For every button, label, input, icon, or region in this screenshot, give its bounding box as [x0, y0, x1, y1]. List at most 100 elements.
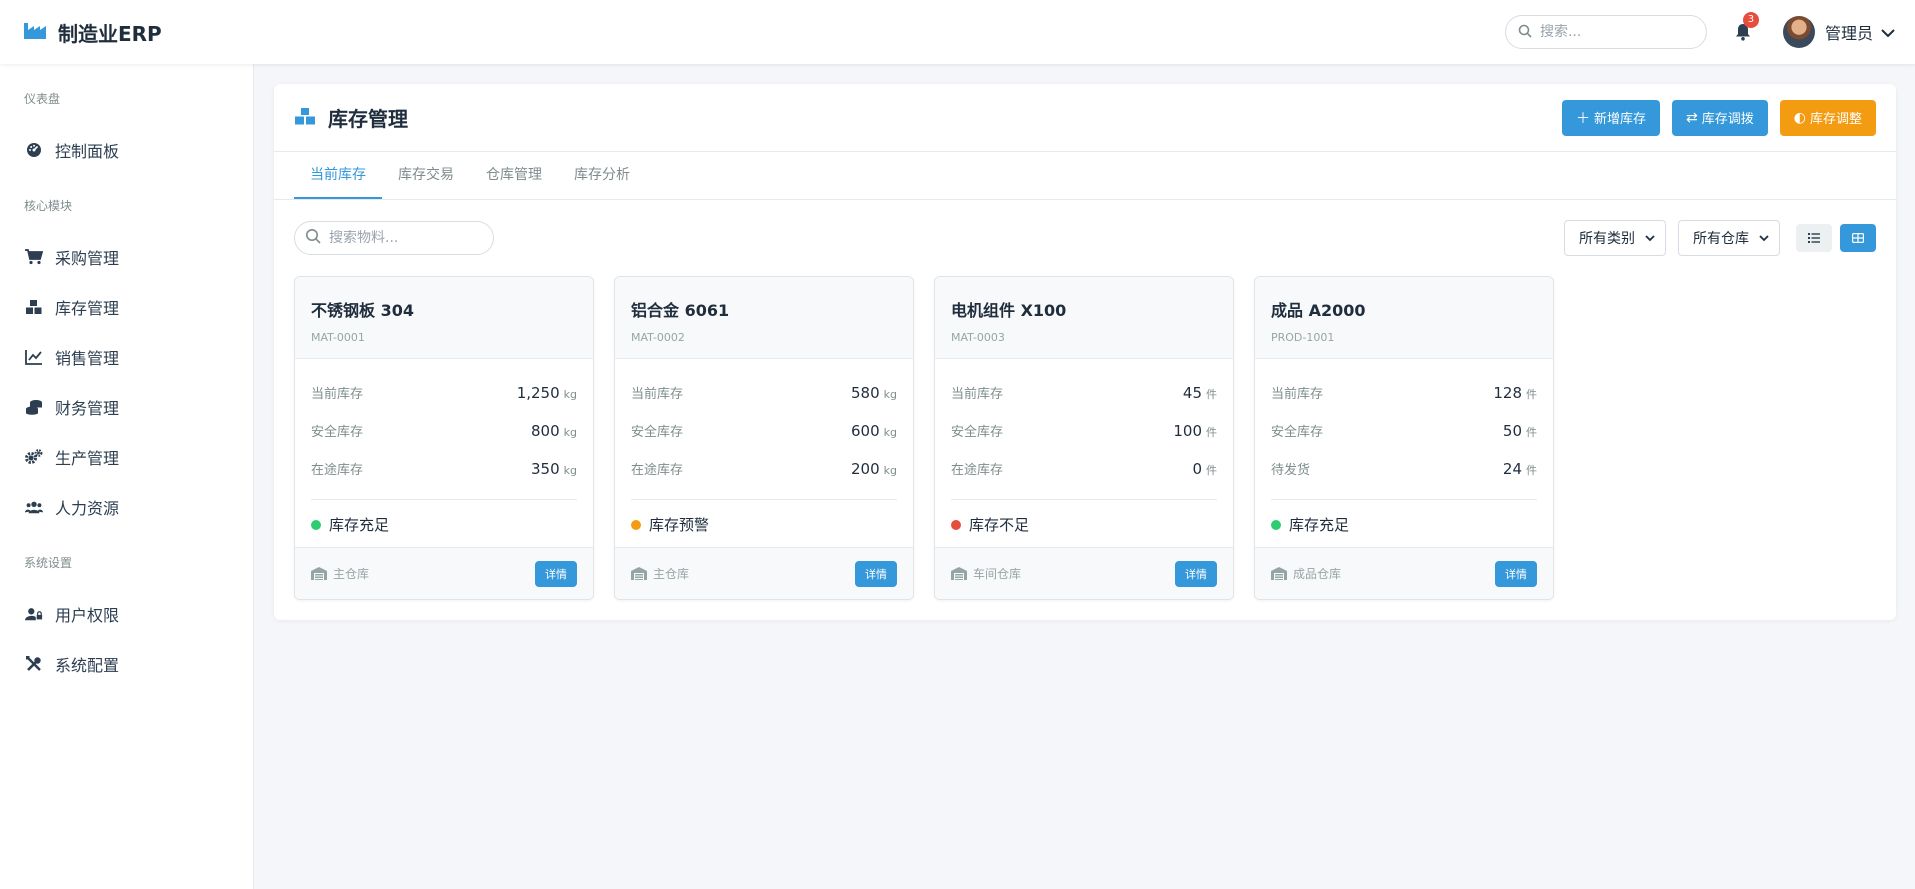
- stock-status: 库存充足: [311, 514, 577, 535]
- status-dot: [311, 519, 321, 530]
- stock-value: 45: [1182, 383, 1202, 402]
- sidebar: 仪表盘 控制面板 核心模块 采购管理 库存管理 销售管理 财务管理 生产管理 人…: [0, 64, 254, 889]
- user-lock-icon: [25, 605, 43, 623]
- sidebar-item-sales[interactable]: 销售管理: [0, 332, 253, 382]
- status-text: 库存充足: [1289, 516, 1350, 534]
- stock-unit: 件: [1526, 425, 1537, 439]
- warehouse-name: 成品仓库: [1293, 567, 1342, 581]
- stock-value: 100: [1173, 421, 1202, 440]
- grid-icon: [1852, 233, 1864, 243]
- user-name: 管理员: [1824, 24, 1873, 43]
- stock-unit: kg: [883, 425, 897, 439]
- stock-row: 安全库存 50 件: [1271, 411, 1537, 449]
- stock-row: 当前库存 580 kg: [631, 373, 897, 411]
- stock-unit: 件: [1526, 387, 1537, 401]
- tab-stock-transactions[interactable]: 库存交易: [382, 152, 470, 199]
- coins-icon: [25, 398, 43, 416]
- stock-row: 安全库存 800 kg: [311, 411, 577, 449]
- stock-row: 在途库存 0 件: [951, 449, 1217, 487]
- inventory-card: 电机组件 X100 MAT-0003 当前库存 45 件 安全库存 100 件 在途库存…: [934, 276, 1234, 600]
- material-search-input[interactable]: [329, 230, 479, 246]
- inventory-card: 铝合金 6061 MAT-0002 当前库存 580 kg 安全库存 600 kg 在途…: [614, 276, 914, 600]
- adjust-inventory-label: 库存调整: [1809, 112, 1862, 127]
- chart-line-icon: [25, 348, 43, 366]
- stock-row: 安全库存 100 件: [951, 411, 1217, 449]
- notification-badge: 3: [1742, 12, 1759, 28]
- sidebar-item-production[interactable]: 生产管理: [0, 432, 253, 482]
- sidebar-item-label: 系统配置: [55, 656, 120, 675]
- status-text: 库存不足: [969, 516, 1030, 534]
- stock-label: 在途库存: [951, 462, 1004, 478]
- list-view-button[interactable]: [1796, 224, 1832, 252]
- sidebar-item-inventory[interactable]: 库存管理: [0, 282, 253, 332]
- warehouse-label: 成品仓库: [1271, 565, 1341, 582]
- stock-label: 安全库存: [631, 424, 684, 440]
- sidebar-item-label: 人力资源: [55, 499, 120, 518]
- stock-row: 安全库存 600 kg: [631, 411, 897, 449]
- sidebar-item-finance[interactable]: 财务管理: [0, 382, 253, 432]
- factory-icon: [24, 21, 46, 43]
- tab-stock-analysis[interactable]: 库存分析: [558, 152, 646, 199]
- status-text: 库存充足: [329, 516, 390, 534]
- warehouse-icon: [951, 567, 967, 580]
- status-dot: [1271, 519, 1281, 530]
- sidebar-section-title: 核心模块: [24, 199, 73, 213]
- category-filter[interactable]: 所有类别: [1564, 220, 1666, 256]
- stock-status: 库存充足: [1271, 514, 1537, 535]
- warehouse-filter[interactable]: 所有仓库: [1678, 220, 1780, 256]
- sidebar-section-title: 仪表盘: [24, 92, 61, 106]
- status-text: 库存预警: [649, 516, 710, 534]
- stock-value: 600: [851, 421, 880, 440]
- notification-button[interactable]: 3: [1731, 12, 1759, 44]
- stock-label: 安全库存: [311, 424, 364, 440]
- stock-label: 当前库存: [311, 386, 364, 402]
- inventory-card: 成品 A2000 PROD-1001 当前库存 128 件 安全库存 50 件 待发货 2…: [1254, 276, 1554, 600]
- sidebar-item-system-config[interactable]: 系统配置: [0, 639, 253, 689]
- grid-view-button[interactable]: [1840, 224, 1876, 252]
- add-inventory-button[interactable]: ＋ 新增库存: [1562, 99, 1661, 136]
- material-search[interactable]: [294, 221, 494, 255]
- stock-unit: 件: [1206, 387, 1217, 401]
- detail-button[interactable]: 详情: [855, 560, 897, 587]
- stock-unit: kg: [563, 463, 577, 477]
- global-search[interactable]: [1504, 15, 1707, 49]
- brand[interactable]: 制造业ERP: [24, 18, 162, 47]
- sidebar-item-label: 用户权限: [55, 606, 120, 625]
- sidebar-item-label: 销售管理: [55, 349, 120, 368]
- top-navbar: 制造业ERP 3 管理员: [0, 0, 1915, 64]
- warehouse-icon: [631, 567, 647, 580]
- inventory-card: 不锈钢板 304 MAT-0001 当前库存 1,250 kg 安全库存 800 kg …: [294, 276, 594, 600]
- inventory-card-grid: 不锈钢板 304 MAT-0001 当前库存 1,250 kg 安全库存 800 kg …: [274, 276, 1896, 600]
- stock-row: 在途库存 200 kg: [631, 449, 897, 487]
- stock-status: 库存不足: [951, 514, 1217, 535]
- stock-value: 24: [1502, 459, 1522, 478]
- stock-label: 当前库存: [1271, 386, 1324, 402]
- detail-button[interactable]: 详情: [1495, 560, 1537, 587]
- sidebar-item-label: 库存管理: [55, 299, 120, 318]
- users-icon: [25, 498, 43, 516]
- transfer-inventory-button[interactable]: ⇄ 库存调拨: [1672, 99, 1768, 136]
- sidebar-item-label: 采购管理: [55, 249, 120, 268]
- adjust-inventory-button[interactable]: ◐ 库存调整: [1779, 99, 1876, 136]
- search-icon: [1518, 23, 1532, 42]
- global-search-input[interactable]: [1539, 24, 1690, 40]
- tab-current-stock[interactable]: 当前库存: [294, 152, 382, 199]
- sidebar-item-user-permissions[interactable]: 用户权限: [0, 589, 253, 639]
- detail-button[interactable]: 详情: [1175, 560, 1217, 587]
- stock-value: 50: [1502, 421, 1522, 440]
- user-menu[interactable]: 管理员: [1782, 16, 1895, 48]
- sidebar-item-purchase[interactable]: 采购管理: [0, 232, 253, 282]
- tab-warehouse-management[interactable]: 仓库管理: [470, 152, 558, 199]
- inventory-tabs: 当前库存 库存交易 仓库管理 库存分析: [274, 152, 1896, 200]
- stock-unit: kg: [883, 387, 897, 401]
- stock-label: 在途库存: [631, 462, 684, 478]
- material-name: 不锈钢板 304: [311, 301, 414, 320]
- stock-unit: kg: [563, 425, 577, 439]
- detail-button[interactable]: 详情: [535, 560, 577, 587]
- sidebar-item-hr[interactable]: 人力资源: [0, 482, 253, 532]
- stock-label: 在途库存: [311, 462, 364, 478]
- sidebar-item-dashboard[interactable]: 控制面板: [0, 125, 253, 175]
- stock-value: 128: [1493, 383, 1522, 402]
- inventory-panel: 库存管理 ＋ 新增库存 ⇄ 库存调拨 ◐ 库存调整 当前库存 库存交易 仓库管理 库存…: [274, 84, 1896, 620]
- material-code: PROD-1001: [1271, 331, 1335, 344]
